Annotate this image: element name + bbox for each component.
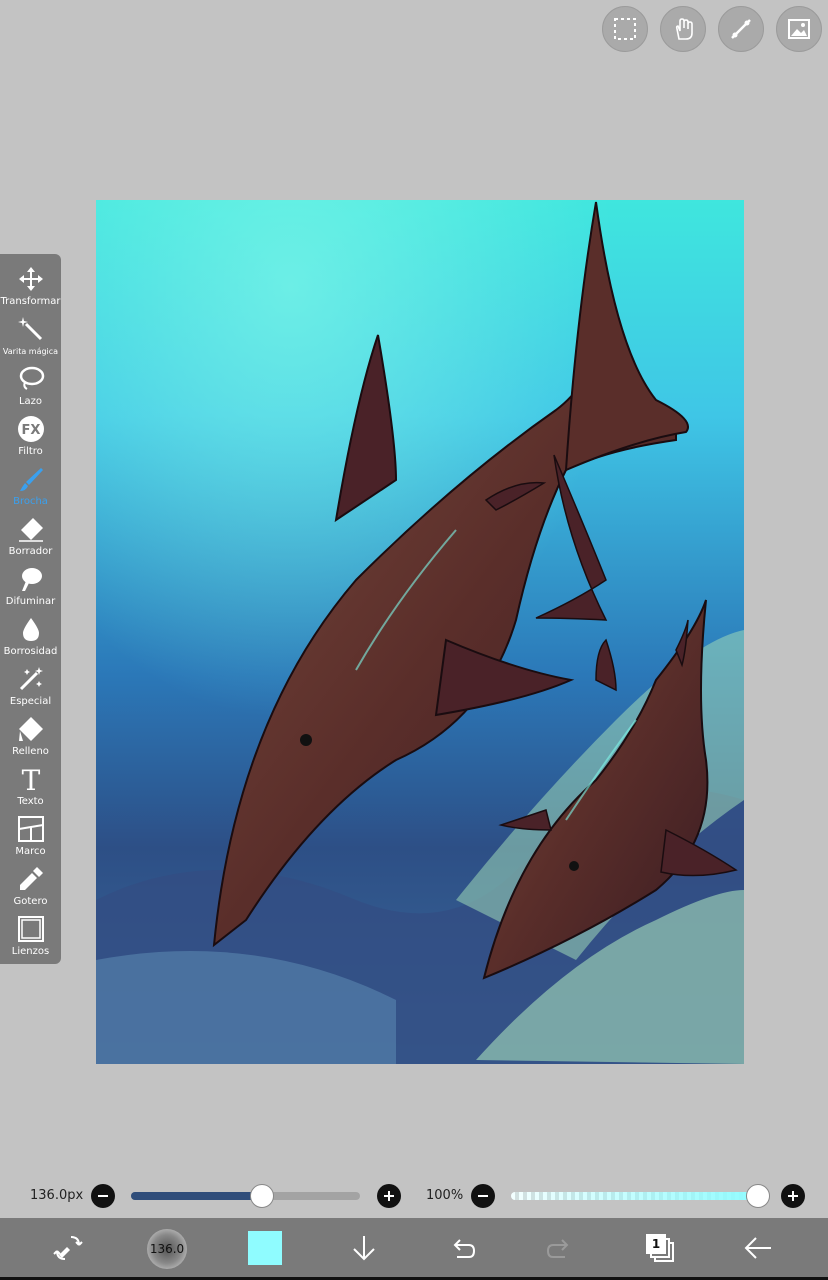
eraser-icon bbox=[16, 514, 46, 544]
svg-text:T: T bbox=[21, 765, 40, 793]
brush-preview-text: 136.0 bbox=[149, 1242, 185, 1256]
hand-tool-icon bbox=[675, 18, 693, 40]
brush-icon bbox=[16, 464, 46, 494]
tool-label: Difuminar bbox=[5, 596, 56, 607]
tool-panel: Transformar Varita mágica Lazo FX Filtro… bbox=[0, 254, 61, 964]
canvas-icon bbox=[16, 914, 46, 944]
brush-size-slider[interactable] bbox=[131, 1184, 360, 1208]
eyedropper-icon bbox=[16, 864, 46, 894]
fill-icon bbox=[16, 714, 46, 744]
brush-preview[interactable]: 136.0 bbox=[147, 1229, 187, 1269]
tool-label: Relleno bbox=[12, 746, 49, 757]
drawing-canvas[interactable] bbox=[96, 200, 744, 1064]
brush-size-thumb[interactable] bbox=[250, 1184, 274, 1208]
smudge-icon bbox=[16, 564, 46, 594]
tool-label: Filtro bbox=[18, 446, 43, 457]
tool-label: Especial bbox=[9, 696, 52, 707]
brush-size-increase-button[interactable] bbox=[377, 1184, 401, 1208]
text-icon: T bbox=[16, 764, 46, 794]
ruler-icon bbox=[731, 19, 751, 39]
hand-tool-button[interactable] bbox=[660, 6, 706, 52]
tool-label: Borrosidad bbox=[3, 646, 58, 657]
selection-button[interactable] bbox=[602, 6, 648, 52]
redo-icon bbox=[546, 1239, 569, 1258]
tool-brush[interactable]: Brocha bbox=[0, 460, 61, 510]
fx-icon: FX bbox=[16, 414, 46, 444]
tool-filter[interactable]: FX Filtro bbox=[0, 410, 61, 460]
move-icon bbox=[16, 264, 46, 294]
tool-smudge[interactable]: Difuminar bbox=[0, 560, 61, 610]
slider-row: 136.0px 100% bbox=[0, 1180, 828, 1212]
tool-canvas[interactable]: Lienzos bbox=[0, 910, 61, 960]
opacity-thumb[interactable] bbox=[746, 1184, 770, 1208]
opacity-fill bbox=[511, 1192, 758, 1200]
magic-wand-icon bbox=[16, 314, 46, 344]
lasso-icon bbox=[16, 364, 46, 394]
tool-label: Texto bbox=[17, 796, 44, 807]
tool-label: Lazo bbox=[18, 396, 43, 407]
tool-label: Transformar bbox=[0, 296, 61, 307]
opacity-slider[interactable] bbox=[511, 1184, 770, 1208]
selection-icon bbox=[614, 18, 636, 40]
sparkle-icon bbox=[16, 664, 46, 694]
swap-icon bbox=[53, 1236, 83, 1260]
arrow-down-icon bbox=[353, 1236, 375, 1261]
plus-icon bbox=[788, 1191, 798, 1201]
frame-icon bbox=[16, 814, 46, 844]
tool-eraser[interactable]: Borrador bbox=[0, 510, 61, 560]
undo-button[interactable] bbox=[442, 1230, 482, 1266]
tool-label: Lienzos bbox=[11, 946, 50, 957]
brush-size-fill bbox=[131, 1192, 262, 1200]
tool-blur[interactable]: Borrosidad bbox=[0, 610, 61, 660]
tool-label: Borrador bbox=[8, 546, 53, 557]
layer-count: 1 bbox=[646, 1234, 666, 1254]
layers-button[interactable]: 1 bbox=[646, 1234, 674, 1262]
opacity-value: 100% bbox=[426, 1188, 464, 1203]
tool-text[interactable]: T Texto bbox=[0, 760, 61, 810]
tool-special[interactable]: Especial bbox=[0, 660, 61, 710]
tool-label: Varita mágica bbox=[2, 347, 59, 356]
opacity-increase-button[interactable] bbox=[781, 1184, 805, 1208]
bottom-toolbar: 136.0 1 bbox=[0, 1218, 828, 1280]
undo-icon bbox=[453, 1239, 476, 1258]
minus-icon bbox=[98, 1195, 108, 1197]
image-icon bbox=[788, 19, 810, 39]
tool-label: Marco bbox=[15, 846, 46, 857]
svg-text:FX: FX bbox=[21, 423, 40, 438]
tool-transform[interactable]: Transformar bbox=[0, 260, 61, 310]
tool-magic-wand[interactable]: Varita mágica bbox=[0, 310, 61, 360]
tool-label: Gotero bbox=[13, 896, 48, 907]
opacity-decrease-button[interactable] bbox=[471, 1184, 495, 1208]
tool-frame[interactable]: Marco bbox=[0, 810, 61, 860]
download-button[interactable] bbox=[344, 1230, 384, 1266]
ruler-button[interactable] bbox=[718, 6, 764, 52]
arrow-left-icon bbox=[744, 1237, 771, 1259]
color-swatch[interactable] bbox=[248, 1231, 282, 1265]
image-button[interactable] bbox=[776, 6, 822, 52]
tool-lasso[interactable]: Lazo bbox=[0, 360, 61, 410]
minus-icon bbox=[478, 1195, 488, 1197]
tool-eyedropper[interactable]: Gotero bbox=[0, 860, 61, 910]
tool-fill[interactable]: Relleno bbox=[0, 710, 61, 760]
brush-size-value: 136.0px bbox=[30, 1188, 84, 1203]
swap-color-button[interactable] bbox=[48, 1230, 88, 1266]
drop-icon bbox=[16, 614, 46, 644]
redo-button[interactable] bbox=[540, 1230, 580, 1266]
tool-label: Brocha bbox=[13, 496, 48, 507]
back-button[interactable] bbox=[738, 1230, 778, 1266]
plus-icon bbox=[384, 1191, 394, 1201]
brush-size-decrease-button[interactable] bbox=[91, 1184, 115, 1208]
